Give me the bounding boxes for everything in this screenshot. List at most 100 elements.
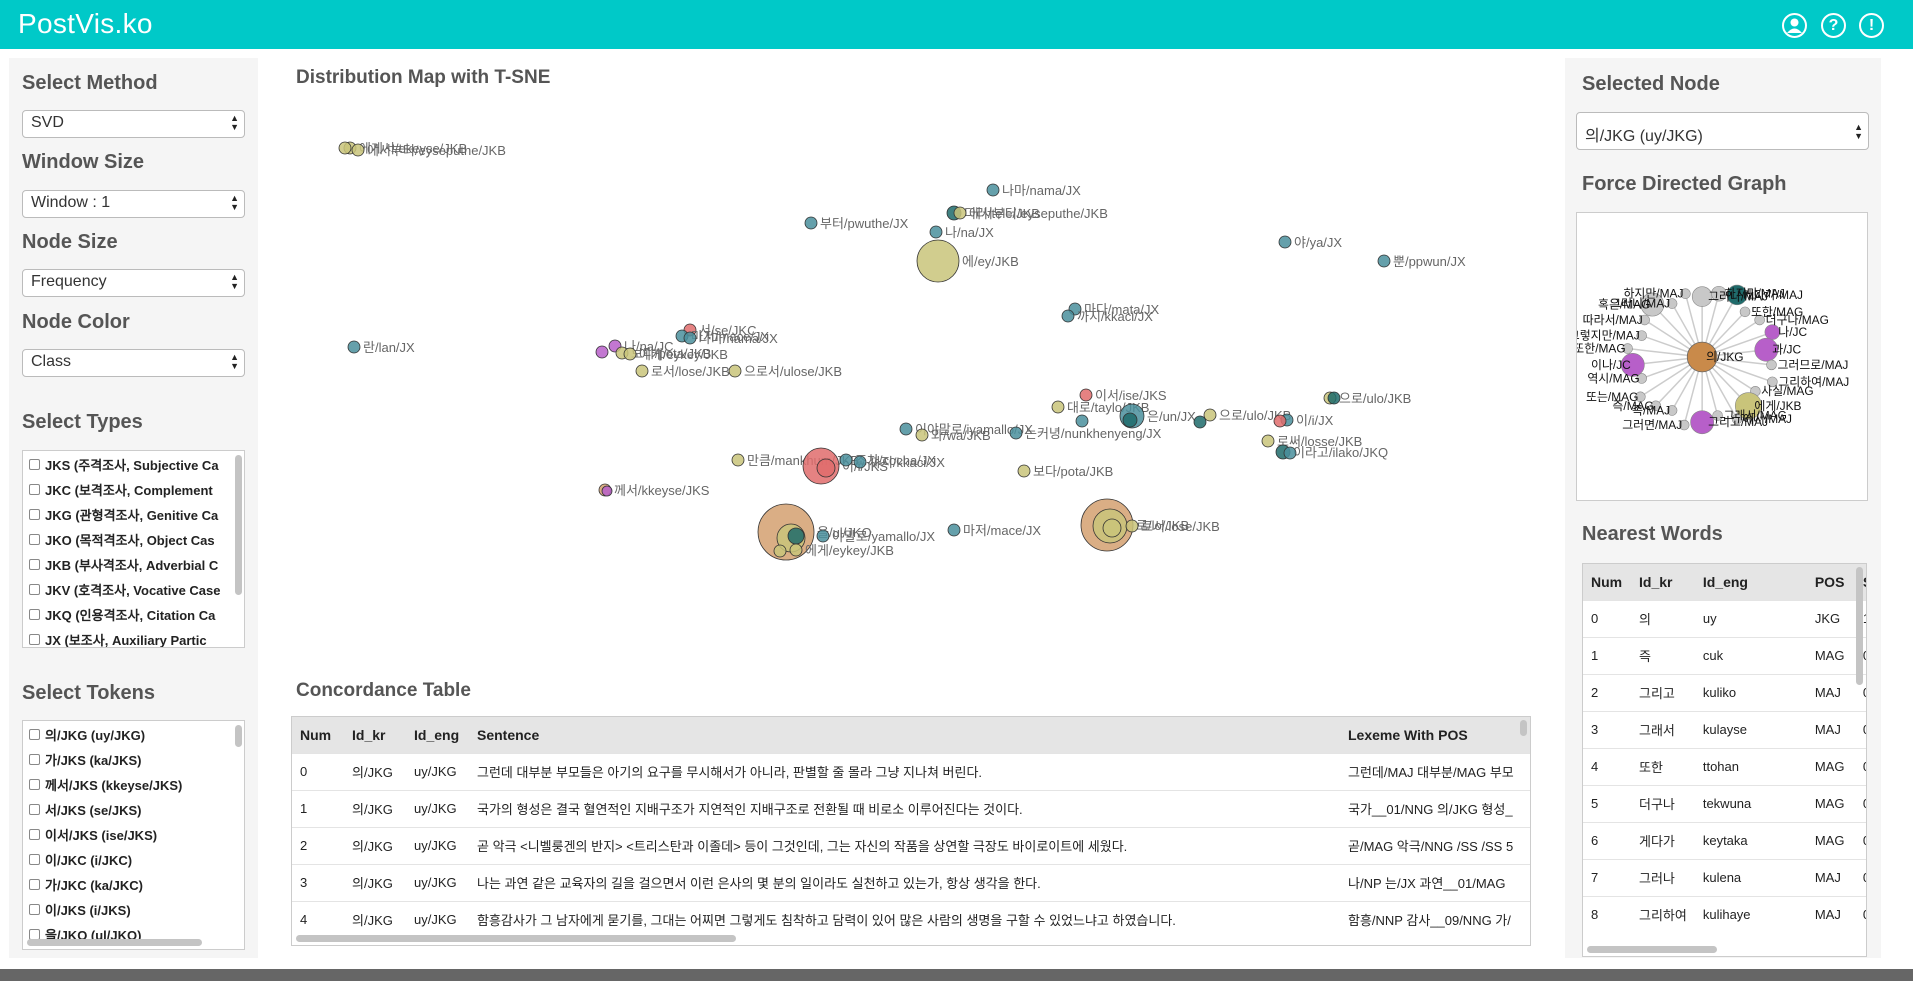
checkbox[interactable] — [29, 484, 40, 495]
table-row[interactable]: 6게다가keytakaMAG0.7 — [1583, 821, 1866, 859]
checkbox[interactable] — [29, 559, 40, 570]
table-row[interactable]: 2그리고kulikoMAJ0.7 — [1583, 673, 1866, 711]
token-item[interactable]: 서/JKS (se/JKS) — [23, 797, 244, 822]
node-color-select[interactable]: Class ▲ ▼ — [22, 349, 245, 377]
map-node[interactable] — [338, 141, 352, 155]
type-item[interactable]: JX (보조사, Auxiliary Partic — [23, 627, 244, 647]
type-item[interactable]: JKV (호격조사, Vocative Case — [23, 577, 244, 602]
type-item[interactable]: JKO (목적격조사, Object Cas — [23, 527, 244, 552]
checkbox[interactable] — [29, 854, 40, 865]
concordance-header[interactable]: Num — [292, 717, 344, 753]
types-list[interactable]: JKS (주격조사, Subjective Ca JKC (보격조사, Compl… — [22, 450, 245, 648]
table-row[interactable]: 1 의/JKG uy/JKG 국가의 형성은 결국 혈연적인 지배구조가 지연적인 지… — [292, 789, 1530, 827]
checkbox[interactable] — [29, 634, 40, 645]
force-directed-graph[interactable]: 그러나/MAJ하지만/MAJ게다가/MAJ또한/MAG더구나/MAG나/JC과/… — [1576, 212, 1868, 501]
help-icon[interactable]: ? — [1821, 13, 1846, 38]
map-node[interactable] — [1283, 446, 1297, 460]
map-node[interactable] — [1193, 415, 1207, 429]
checkbox[interactable] — [29, 729, 40, 740]
map-node[interactable] — [929, 225, 943, 239]
tokens-hscrollbar[interactable] — [27, 939, 202, 946]
type-item[interactable]: JKB (부사격조사, Adverbial C — [23, 552, 244, 577]
checkbox[interactable] — [29, 779, 40, 790]
map-node[interactable] — [1122, 412, 1138, 428]
checkbox[interactable] — [29, 754, 40, 765]
checkbox[interactable] — [29, 534, 40, 545]
map-node[interactable] — [1009, 426, 1023, 440]
window-size-select[interactable]: Window : 1 ▲ ▼ — [22, 190, 245, 218]
map-node[interactable] — [1061, 309, 1075, 323]
token-item[interactable]: 의/JKG (uy/JKG) — [23, 722, 244, 747]
graph-node[interactable] — [1766, 359, 1777, 371]
tsne-map[interactable]: 에게서/ekeyse/JKB에서부터/eyseputhe/JKB나마/nama/… — [270, 90, 1535, 680]
types-scrollbar[interactable] — [235, 455, 242, 595]
table-row[interactable]: 1즉cukMAG0.7 — [1583, 636, 1866, 674]
graph-node[interactable] — [1739, 306, 1751, 318]
selected-node-select[interactable]: 의/JKG (uy/JKG) ▲ ▼ — [1576, 112, 1869, 150]
checkbox[interactable] — [29, 829, 40, 840]
map-node[interactable] — [623, 347, 637, 361]
table-row[interactable]: 4 의/JKG uy/JKG 함흥감사가 그 남자에게 묻기를, 그대는 어찌면 그렇… — [292, 900, 1530, 938]
map-node[interactable] — [728, 364, 742, 378]
map-node[interactable] — [595, 345, 609, 359]
concordance-header[interactable]: Lexeme With POS — [1340, 717, 1530, 753]
checkbox[interactable] — [29, 584, 40, 595]
map-node[interactable] — [789, 543, 803, 557]
type-item[interactable]: JKG (관형격조사, Genitive Ca — [23, 502, 244, 527]
concordance-header[interactable]: Id_eng — [406, 717, 469, 753]
nearest-hscrollbar[interactable] — [1587, 946, 1717, 953]
map-node[interactable] — [351, 143, 365, 157]
checkbox[interactable] — [29, 804, 40, 815]
map-node[interactable] — [816, 458, 836, 478]
info-icon[interactable]: ! — [1859, 13, 1884, 38]
user-icon[interactable] — [1782, 13, 1807, 38]
map-node[interactable] — [347, 340, 361, 354]
nearest-header[interactable]: POS — [1806, 564, 1855, 600]
map-node[interactable] — [1327, 391, 1341, 405]
map-node[interactable] — [1051, 400, 1065, 414]
nearest-header[interactable]: Id_eng — [1694, 564, 1807, 600]
map-node[interactable] — [1278, 235, 1292, 249]
map-node[interactable] — [1017, 464, 1031, 478]
table-row[interactable]: 3그래서kulayseMAJ0.7 — [1583, 710, 1866, 748]
type-item[interactable]: JKC (보격조사, Complement — [23, 477, 244, 502]
map-node[interactable] — [853, 455, 867, 469]
concordance-scrollbar[interactable] — [1520, 720, 1527, 736]
map-node[interactable] — [947, 523, 961, 537]
token-item[interactable]: 께서/JKS (kkeyse/JKS) — [23, 772, 244, 797]
map-node[interactable] — [915, 428, 929, 442]
nearest-header[interactable]: Num — [1583, 564, 1631, 600]
map-node[interactable] — [773, 544, 787, 558]
checkbox[interactable] — [29, 459, 40, 470]
map-node[interactable] — [1273, 414, 1287, 428]
method-select[interactable]: SVD ▲ ▼ — [22, 110, 245, 138]
table-row[interactable]: 2 의/JKG uy/JKG 곧 악극 <니벨룽겐의 반지> <트리스탄과 이졸데> … — [292, 826, 1530, 864]
checkbox[interactable] — [29, 609, 40, 620]
nearest-scrollbar[interactable] — [1856, 567, 1863, 685]
checkbox[interactable] — [29, 879, 40, 890]
table-row[interactable]: 4또한ttohanMAG0.7 — [1583, 747, 1866, 785]
checkbox[interactable] — [29, 509, 40, 520]
token-item[interactable]: 가/JKS (ka/JKS) — [23, 747, 244, 772]
map-node[interactable] — [1125, 519, 1139, 533]
concordance-hscrollbar[interactable] — [296, 935, 736, 942]
table-row[interactable]: 5더구나tekwunaMAG0.7 — [1583, 784, 1866, 822]
map-node[interactable] — [804, 216, 818, 230]
map-node[interactable] — [986, 183, 1000, 197]
type-item[interactable]: JKQ (인용격조사, Citation Ca — [23, 602, 244, 627]
map-node[interactable] — [916, 239, 960, 283]
map-node[interactable] — [601, 485, 613, 497]
map-node[interactable] — [1261, 434, 1275, 448]
map-node[interactable] — [731, 453, 745, 467]
token-item[interactable]: 이/JKC (i/JKC) — [23, 847, 244, 872]
token-item[interactable]: 가/JKC (ka/JKC) — [23, 872, 244, 897]
map-node[interactable] — [787, 527, 805, 545]
map-node[interactable] — [839, 453, 853, 467]
table-row[interactable]: 7그러나kulenaMAJ0.7 — [1583, 858, 1866, 896]
map-node[interactable] — [1203, 408, 1217, 422]
node-size-select[interactable]: Frequency ▲ ▼ — [22, 269, 245, 297]
table-row[interactable]: 8그리하여kulihayeMAJ0.6 — [1583, 895, 1866, 933]
concordance-header[interactable]: Id_kr — [344, 717, 406, 753]
map-node[interactable] — [1102, 518, 1122, 538]
table-row[interactable]: 0 의/JKG uy/JKG 그런데 대부분 부모들은 아기의 요구를 무시해서가 아… — [292, 752, 1530, 790]
